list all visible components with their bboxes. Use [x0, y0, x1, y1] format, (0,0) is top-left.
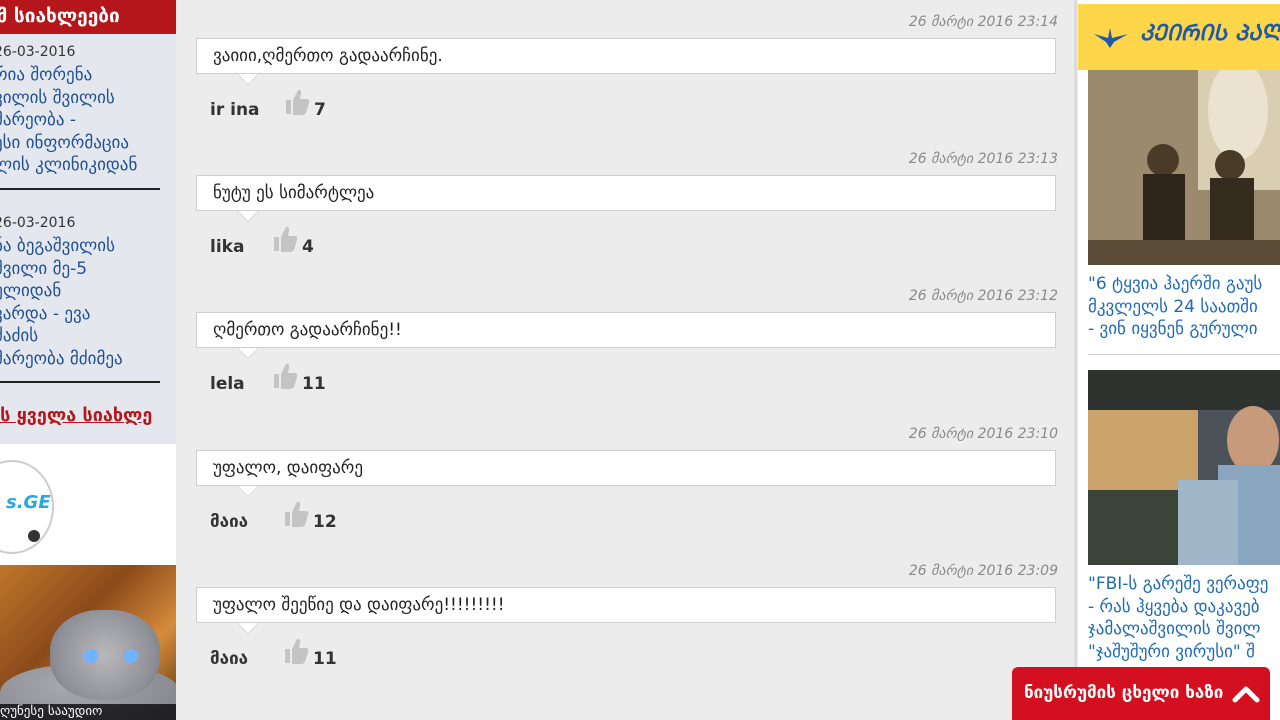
cat-head: [50, 610, 160, 700]
site-logo[interactable]: s.GE: [0, 460, 54, 554]
comment: 26 მარტი 2016 23:14 ვაიიი,ღმერთო გადაარჩ…: [180, 0, 1072, 137]
chevron-up-icon: [1232, 686, 1260, 703]
news-item[interactable]: 26-03-2016 რია შორენა ვილის შვილის მარეო…: [0, 44, 160, 177]
comment: 26 მარტი 2016 23:10 უფალო, დაიფარე მაია …: [180, 412, 1072, 549]
card-divider: [1088, 354, 1280, 355]
cat-eye-icon: [124, 649, 138, 663]
news-title-line[interactable]: ლის კლინიკიდან: [0, 154, 160, 177]
news-photo-image: [1088, 70, 1280, 265]
like-count: 11: [313, 649, 337, 669]
news-divider: [0, 188, 160, 190]
news-title-line[interactable]: ესი ინფორმაცია: [0, 132, 160, 155]
like-count: 7: [314, 100, 326, 120]
hot-line-button[interactable]: ნიუსრუმის ცხელი ხაზი: [1012, 667, 1270, 720]
thumbs-up-icon[interactable]: [272, 225, 298, 253]
ad-banner[interactable]: ᲙᲔᲘᲠᲘᲡ ᲞᲐᲚᲘᲢᲠ: [1078, 0, 1280, 70]
comment-text: ღმერთო გადაარჩინე!!: [196, 312, 1056, 348]
bird-logo-icon: [1094, 28, 1128, 48]
comment-tail: [238, 348, 258, 358]
latest-news-header: ამ სიახლეები: [0, 0, 176, 34]
news-card-title-line[interactable]: "6 ტყვია ჰაერში გაუს: [1088, 273, 1280, 296]
news-card-title-line[interactable]: მკვლელს 24 საათში: [1088, 296, 1280, 319]
news-item-title[interactable]: რია შორენა ვილის შვილის მარეობა - ესი ინ…: [0, 64, 160, 177]
hot-line-label: ნიუსრუმის ცხელი ხაზი: [1024, 683, 1224, 703]
comment-author: მაია: [210, 512, 249, 532]
news-title-line[interactable]: ულიდან: [0, 280, 160, 303]
news-card-title[interactable]: "6 ტყვია ჰაერში გაუს მკვლელს 24 საათში -…: [1088, 273, 1280, 341]
thumbs-up-icon[interactable]: [284, 88, 310, 116]
thumbs-up-icon[interactable]: [272, 362, 298, 390]
news-title-line[interactable]: რია შორენა: [0, 64, 160, 87]
news-item-date: 26-03-2016: [0, 44, 76, 60]
comment-date: 26 მარტი 2016 23:10: [908, 426, 1058, 442]
news-title-line[interactable]: ძაძის: [0, 325, 160, 348]
news-card-title-line[interactable]: "ჯაშუშური ვირუსი" შ: [1088, 641, 1280, 664]
news-card-title-line[interactable]: ჯამალაშვილის შვილ: [1088, 618, 1280, 641]
comment-date: 26 მარტი 2016 23:14: [908, 14, 1058, 30]
news-card-title-line[interactable]: - ვინ იყვნენ გურული: [1088, 318, 1280, 341]
like-count: 4: [302, 237, 314, 257]
right-sidebar: ᲙᲔᲘᲠᲘᲡ ᲞᲐᲚᲘᲢᲠ "6 ტყვია ჰაერში გაუს მკვლე…: [1078, 0, 1280, 720]
latest-news-box: ამ სიახლეები 26-03-2016 რია შორენა ვილის…: [0, 0, 176, 444]
news-item-title[interactable]: ნა ბეგაშვილის შვილი მე-5 ულიდან ვარდა - …: [0, 235, 160, 370]
comment-tail: [238, 486, 258, 496]
latest-news-header-text: ამ სიახლეები: [0, 5, 120, 27]
news-card-photo[interactable]: [1088, 370, 1280, 565]
comment-tail: [238, 623, 258, 633]
ad-banner-brand: ᲙᲔᲘᲠᲘᲡ ᲞᲐᲚᲘᲢᲠ: [1140, 21, 1280, 46]
comment-author: lela: [210, 374, 245, 394]
column-divider: [1074, 0, 1077, 720]
thumbs-up-icon[interactable]: [283, 500, 309, 528]
comment-date: 26 მარტი 2016 23:12: [908, 288, 1058, 304]
comment-text: ნუტუ ეს სიმარტლეა: [196, 175, 1056, 211]
news-card[interactable]: "6 ტყვია ჰაერში გაუს მკვლელს 24 საათში -…: [1088, 70, 1280, 341]
news-title-line[interactable]: ვარდა - ევა: [0, 303, 160, 326]
comment-date: 26 მარტი 2016 23:13: [908, 151, 1058, 167]
all-news-link[interactable]: ის ყველა სიახლე: [0, 405, 152, 426]
news-card-title-line[interactable]: - რას ჰყვება დაკავებ: [1088, 596, 1280, 619]
news-card[interactable]: "FBI-ს გარეშე ვერაფე - რას ჰყვება დაკავე…: [1088, 370, 1280, 663]
comment-author: lika: [210, 237, 245, 257]
cat-eye-icon: [84, 649, 98, 663]
comment-date: 26 მარტი 2016 23:09: [908, 563, 1058, 579]
site-logo-text: s.GE: [6, 492, 51, 513]
like-count: 11: [302, 374, 326, 394]
news-photo-image: [1088, 370, 1280, 565]
news-card-title-line[interactable]: "FBI-ს გარეშე ვერაფე: [1088, 573, 1280, 596]
comment-tail: [238, 74, 258, 84]
promo-caption[interactable]: ღუნესე სააუდიო: [0, 704, 176, 720]
comment: 26 მარტი 2016 23:12 ღმერთო გადაარჩინე!! …: [180, 274, 1072, 411]
ball-icon: [28, 530, 40, 542]
news-title-line[interactable]: მარეობა მძიმეა: [0, 348, 160, 371]
news-item[interactable]: 26-03-2016 ნა ბეგაშვილის შვილი მე-5 ულიდ…: [0, 215, 160, 370]
news-card-title[interactable]: "FBI-ს გარეშე ვერაფე - რას ჰყვება დაკავე…: [1088, 573, 1280, 663]
comment-text: უფალო, დაიფარე: [196, 450, 1056, 486]
comment-author: ir ina: [210, 100, 260, 120]
news-title-line[interactable]: ნა ბეგაშვილის: [0, 235, 160, 258]
news-item-date: 26-03-2016: [0, 215, 76, 231]
promo-image-cat[interactable]: ღუნესე სააუდიო: [0, 565, 176, 720]
comment: 26 მარტი 2016 23:09 უფალო შეეწიე და დაიფ…: [180, 549, 1072, 686]
news-title-line[interactable]: შვილი მე-5: [0, 258, 160, 281]
comment: 26 მარტი 2016 23:13 ნუტუ ეს სიმარტლეა li…: [180, 137, 1072, 274]
comment-tail: [238, 211, 258, 221]
comment-author: მაია: [210, 649, 249, 669]
thumbs-up-icon[interactable]: [283, 637, 309, 665]
news-title-line[interactable]: ვილის შვილის: [0, 87, 160, 110]
news-card-photo[interactable]: [1088, 70, 1280, 265]
news-title-line[interactable]: მარეობა -: [0, 109, 160, 132]
comment-text: ვაიიი,ღმერთო გადაარჩინე.: [196, 38, 1056, 74]
like-count: 12: [313, 512, 337, 532]
comments-list: 26 მარტი 2016 23:14 ვაიიი,ღმერთო გადაარჩ…: [180, 0, 1072, 720]
news-divider: [0, 381, 160, 383]
comment-text: უფალო შეეწიე და დაიფარე!!!!!!!!!: [196, 587, 1056, 623]
left-sidebar: ამ სიახლეები 26-03-2016 რია შორენა ვილის…: [0, 0, 176, 720]
